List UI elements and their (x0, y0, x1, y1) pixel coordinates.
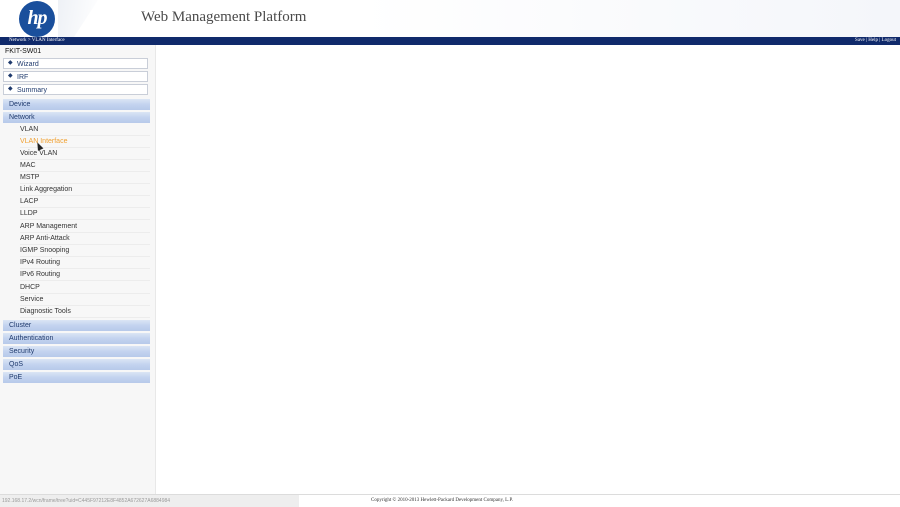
sidebar-tool-summary[interactable]: ◆ Summary (3, 84, 148, 95)
sidebar-tool-irf[interactable]: ◆ IRF (3, 71, 148, 82)
sidebar-item-mstp[interactable]: MSTP (20, 172, 150, 184)
footer: 192.168.17.2/wcn/frame/tree?uid=C445F972… (0, 494, 900, 507)
sidebar-item-igmp-snooping[interactable]: IGMP Snooping (20, 245, 150, 257)
sidebar-item-link-aggregation[interactable]: Link Aggregation (20, 184, 150, 196)
sidebar-section-authentication[interactable]: Authentication (3, 333, 150, 344)
sidebar-item-vlan[interactable]: VLAN (20, 124, 150, 136)
help-link[interactable]: Help (868, 38, 878, 43)
diamond-bullet-icon: ◆ (8, 86, 13, 92)
breadcrumb: Network > VLAN Interface (9, 38, 65, 43)
sidebar-tool-label: Summary (17, 87, 47, 94)
sidebar-tool-wizard[interactable]: ◆ Wizard (3, 58, 148, 69)
sidebar-section-qos[interactable]: QoS (3, 359, 150, 370)
top-links: Save | Help | Logout (855, 37, 896, 45)
sidebar-item-service[interactable]: Service (20, 294, 150, 306)
main-content-area (156, 45, 900, 494)
sidebar-item-mac[interactable]: MAC (20, 160, 150, 172)
logo-swoosh-decoration (58, 0, 98, 37)
diamond-bullet-icon: ◆ (8, 60, 13, 66)
sidebar-item-arp-management[interactable]: ARP Management (20, 221, 150, 233)
sidebar-item-ipv4-routing[interactable]: IPv4 Routing (20, 257, 150, 269)
header: hp Web Management Platform (0, 0, 900, 37)
sidebar-section-device[interactable]: Device (3, 99, 150, 110)
device-name: FKIT-SW01 (5, 48, 42, 55)
sidebar: FKIT-SW01 ◆ Wizard ◆ IRF ◆ Summary Devic… (0, 45, 156, 494)
sidebar-tool-label: Wizard (17, 61, 39, 68)
copyright-text: Copyright © 2010-2013 Hewlett-Packard De… (371, 498, 513, 503)
sidebar-item-lldp[interactable]: LLDP (20, 208, 150, 220)
sidebar-item-dhcp[interactable]: DHCP (20, 282, 150, 294)
sidebar-section-network[interactable]: Network (3, 112, 150, 123)
logout-link[interactable]: Logout (882, 38, 896, 43)
hp-logo-icon: hp (19, 1, 55, 37)
logo-text: hp (27, 6, 47, 29)
sidebar-item-ipv6-routing[interactable]: IPv6 Routing (20, 269, 150, 281)
sidebar-item-arp-anti-attack[interactable]: ARP Anti-Attack (20, 233, 150, 245)
app-title: Web Management Platform (141, 9, 307, 25)
sidebar-tool-label: IRF (17, 74, 29, 81)
sidebar-section-poe[interactable]: PoE (3, 372, 150, 383)
navbar: Network > VLAN Interface Save | Help | L… (0, 37, 900, 45)
save-link[interactable]: Save (855, 38, 865, 43)
sidebar-item-lacp[interactable]: LACP (20, 196, 150, 208)
diamond-bullet-icon: ◆ (8, 73, 13, 79)
status-bar-url: 192.168.17.2/wcn/frame/tree?uid=C445F972… (0, 495, 299, 507)
sidebar-item-diagnostic-tools[interactable]: Diagnostic Tools (20, 306, 150, 318)
sidebar-section-cluster[interactable]: Cluster (3, 320, 150, 331)
sidebar-section-security[interactable]: Security (3, 346, 150, 357)
